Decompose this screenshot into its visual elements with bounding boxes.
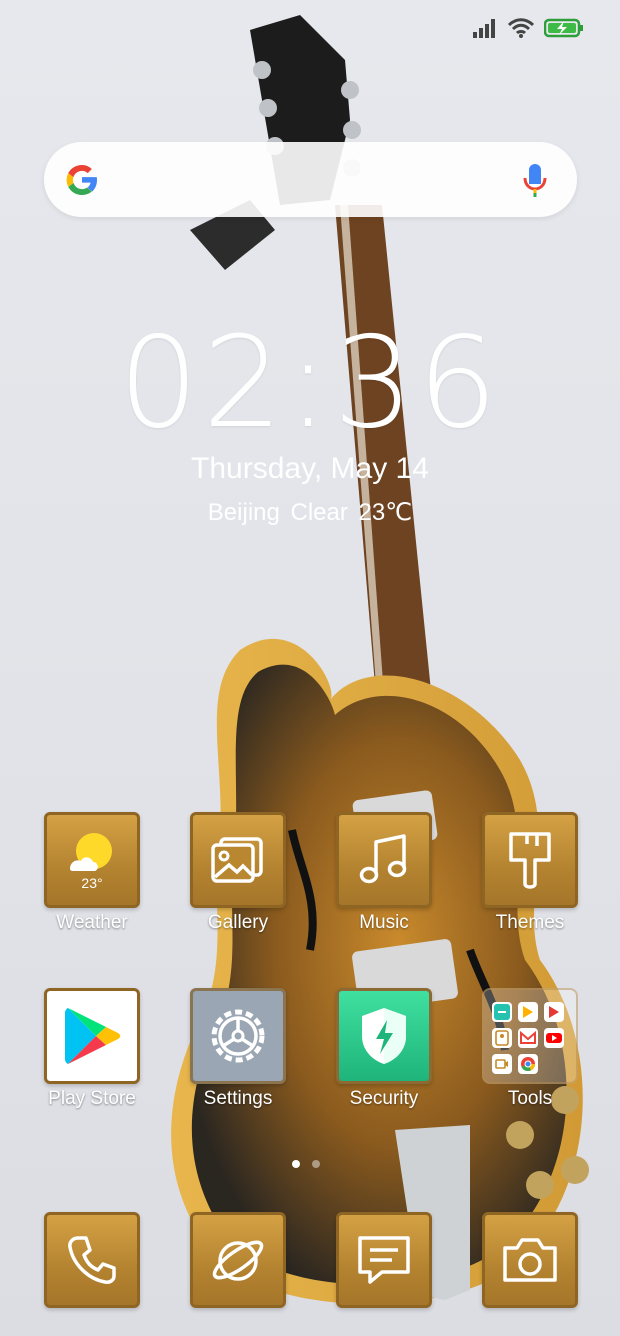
google-search-bar[interactable] [44,142,577,217]
app-label: Weather [56,912,128,933]
themes-tile [482,812,578,908]
dock-camera[interactable] [470,1212,590,1308]
settings-tile [190,988,286,1084]
status-bar [0,0,620,60]
play-games-icon [518,1002,538,1022]
app-label: Play Store [48,1088,136,1109]
app-label: Music [359,912,409,933]
google-g-icon [66,165,97,195]
gmail-icon [518,1028,538,1048]
contacts-icon [492,1028,512,1048]
dock-browser[interactable] [178,1212,298,1308]
video-icon [492,1054,512,1074]
weather-temperature: 23° [81,875,103,891]
app-weather[interactable]: 23° Weather [32,812,152,934]
app-music[interactable]: Music [324,812,444,934]
camera-tile [482,1212,578,1308]
youtube-icon [544,1028,564,1048]
app-security[interactable]: Security [324,988,444,1110]
signal-icon [473,19,495,38]
voice-search-mic-icon[interactable] [523,163,547,197]
themes-icon [509,832,551,889]
app-tools-folder[interactable]: Tools [470,988,590,1110]
clock-date[interactable]: Thursday, May 14 [0,452,620,486]
page-dot-2[interactable] [312,1160,320,1168]
clock-time[interactable]: 02:36 [0,308,620,458]
security-tile [336,988,432,1084]
camera-icon [503,1238,557,1282]
settings-icon [211,1009,265,1063]
app-label: Gallery [207,912,269,933]
play-store-tile [44,988,140,1084]
app-gallery[interactable]: Gallery [178,812,298,934]
gallery-icon [211,837,263,883]
app-label: Themes [495,912,565,933]
app-label: Settings [203,1088,273,1109]
dock-messages[interactable] [324,1212,444,1308]
messages-icon [358,1236,410,1284]
app-settings[interactable]: Settings [178,988,298,1110]
phone-tile [44,1212,140,1308]
wifi-icon [508,18,534,38]
clock-weather[interactable]: Beijing Clear 23℃ [0,498,620,527]
messages-tile [336,1212,432,1308]
browser-tile [190,1212,286,1308]
phone-icon [68,1236,116,1284]
page-indicator[interactable] [292,1160,320,1168]
app-themes[interactable]: Themes [470,812,590,934]
music-tile [336,812,432,908]
tools-folder-icon [482,988,578,1084]
scanner-icon [492,1002,512,1022]
play-movies-icon [544,1002,564,1022]
browser-icon [212,1240,264,1281]
page-dot-1[interactable] [292,1160,300,1168]
dock-phone[interactable] [32,1212,152,1308]
security-icon [362,1008,406,1064]
app-label: Tools [507,1088,553,1109]
battery-charging-icon [544,18,583,38]
gallery-tile [190,812,286,908]
weather-tile: 23° [44,812,140,908]
app-label: Security [349,1088,419,1109]
weather-icon [70,833,112,871]
music-icon [359,834,407,884]
app-play-store[interactable]: Play Store [32,988,152,1110]
play-store-icon [65,1008,121,1064]
chrome-icon [518,1054,538,1074]
